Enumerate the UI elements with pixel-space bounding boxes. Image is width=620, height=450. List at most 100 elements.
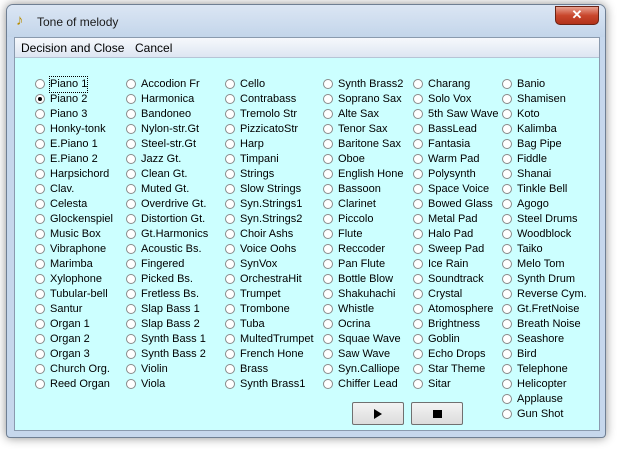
radio-button[interactable] xyxy=(502,394,512,404)
radio-button[interactable] xyxy=(225,109,235,119)
radio-button[interactable] xyxy=(126,334,136,344)
radio-button[interactable] xyxy=(225,244,235,254)
radio-button[interactable] xyxy=(35,229,45,239)
radio-button[interactable] xyxy=(126,289,136,299)
radio-button[interactable] xyxy=(126,304,136,314)
radio-button[interactable] xyxy=(225,349,235,359)
stop-button[interactable] xyxy=(411,402,463,425)
radio-button[interactable] xyxy=(502,169,512,179)
radio-button[interactable] xyxy=(225,304,235,314)
title-bar[interactable]: ♪ Tone of melody ✕ xyxy=(7,5,605,37)
radio-button[interactable] xyxy=(323,289,333,299)
radio-button[interactable] xyxy=(502,154,512,164)
radio-button[interactable] xyxy=(413,304,423,314)
radio-button[interactable] xyxy=(126,79,136,89)
radio-button[interactable] xyxy=(413,364,423,374)
radio-button[interactable] xyxy=(502,409,512,419)
radio-button[interactable] xyxy=(323,364,333,374)
radio-button[interactable] xyxy=(35,214,45,224)
radio-button[interactable] xyxy=(225,214,235,224)
radio-button[interactable] xyxy=(323,334,333,344)
radio-button[interactable] xyxy=(35,259,45,269)
radio-button[interactable] xyxy=(35,184,45,194)
radio-button[interactable] xyxy=(323,229,333,239)
radio-button[interactable] xyxy=(225,184,235,194)
radio-button[interactable] xyxy=(502,214,512,224)
radio-button[interactable] xyxy=(35,169,45,179)
radio-button[interactable] xyxy=(126,154,136,164)
radio-button[interactable] xyxy=(323,349,333,359)
radio-button[interactable] xyxy=(225,289,235,299)
close-button[interactable]: ✕ xyxy=(555,6,599,25)
radio-button[interactable] xyxy=(502,334,512,344)
radio-button[interactable] xyxy=(225,229,235,239)
radio-button[interactable] xyxy=(35,244,45,254)
radio-button[interactable] xyxy=(413,199,423,209)
radio-button[interactable] xyxy=(413,349,423,359)
radio-button[interactable] xyxy=(413,289,423,299)
radio-button[interactable] xyxy=(502,259,512,269)
play-button[interactable] xyxy=(352,402,404,425)
radio-button[interactable] xyxy=(323,139,333,149)
radio-button[interactable] xyxy=(126,379,136,389)
radio-button[interactable] xyxy=(126,319,136,329)
radio-button[interactable] xyxy=(323,319,333,329)
radio-button[interactable] xyxy=(502,364,512,374)
radio-button[interactable] xyxy=(126,229,136,239)
radio-button[interactable] xyxy=(35,349,45,359)
radio-button[interactable] xyxy=(413,244,423,254)
radio-button[interactable] xyxy=(413,259,423,269)
radio-button[interactable] xyxy=(323,259,333,269)
radio-button[interactable] xyxy=(413,184,423,194)
radio-button[interactable] xyxy=(35,124,45,134)
radio-button[interactable] xyxy=(323,169,333,179)
radio-button[interactable] xyxy=(502,199,512,209)
radio-button[interactable] xyxy=(225,274,235,284)
radio-button[interactable] xyxy=(126,109,136,119)
radio-button[interactable] xyxy=(413,139,423,149)
radio-button[interactable] xyxy=(35,109,45,119)
radio-button[interactable] xyxy=(413,124,423,134)
radio-button[interactable] xyxy=(413,154,423,164)
radio-button[interactable] xyxy=(126,94,136,104)
radio-button[interactable] xyxy=(35,199,45,209)
radio-button[interactable] xyxy=(126,244,136,254)
radio-button[interactable] xyxy=(502,379,512,389)
radio-button[interactable] xyxy=(225,94,235,104)
radio-button[interactable] xyxy=(225,259,235,269)
radio-button[interactable] xyxy=(323,79,333,89)
radio-button[interactable] xyxy=(323,184,333,194)
radio-button[interactable] xyxy=(323,124,333,134)
radio-button[interactable] xyxy=(35,154,45,164)
radio-button[interactable] xyxy=(225,124,235,134)
radio-button[interactable] xyxy=(126,364,136,374)
radio-button[interactable] xyxy=(502,229,512,239)
radio-button[interactable] xyxy=(502,349,512,359)
radio-button[interactable] xyxy=(502,94,512,104)
radio-button[interactable] xyxy=(225,379,235,389)
radio-button[interactable] xyxy=(413,169,423,179)
radio-button[interactable] xyxy=(126,274,136,284)
radio-button[interactable] xyxy=(225,199,235,209)
radio-button[interactable] xyxy=(126,199,136,209)
radio-button[interactable] xyxy=(35,139,45,149)
radio-button[interactable] xyxy=(413,109,423,119)
radio-button[interactable] xyxy=(502,289,512,299)
menu-cancel[interactable]: Cancel xyxy=(135,41,172,55)
radio-button[interactable] xyxy=(502,304,512,314)
radio-button[interactable] xyxy=(225,334,235,344)
radio-button[interactable] xyxy=(413,94,423,104)
radio-button[interactable] xyxy=(35,94,45,104)
radio-button[interactable] xyxy=(35,334,45,344)
radio-button[interactable] xyxy=(413,229,423,239)
radio-button[interactable] xyxy=(35,379,45,389)
radio-button[interactable] xyxy=(35,79,45,89)
radio-button[interactable] xyxy=(323,304,333,314)
radio-button[interactable] xyxy=(35,319,45,329)
radio-button[interactable] xyxy=(502,139,512,149)
radio-button[interactable] xyxy=(35,289,45,299)
radio-button[interactable] xyxy=(126,259,136,269)
radio-button[interactable] xyxy=(413,214,423,224)
radio-button[interactable] xyxy=(323,94,333,104)
radio-button[interactable] xyxy=(323,109,333,119)
